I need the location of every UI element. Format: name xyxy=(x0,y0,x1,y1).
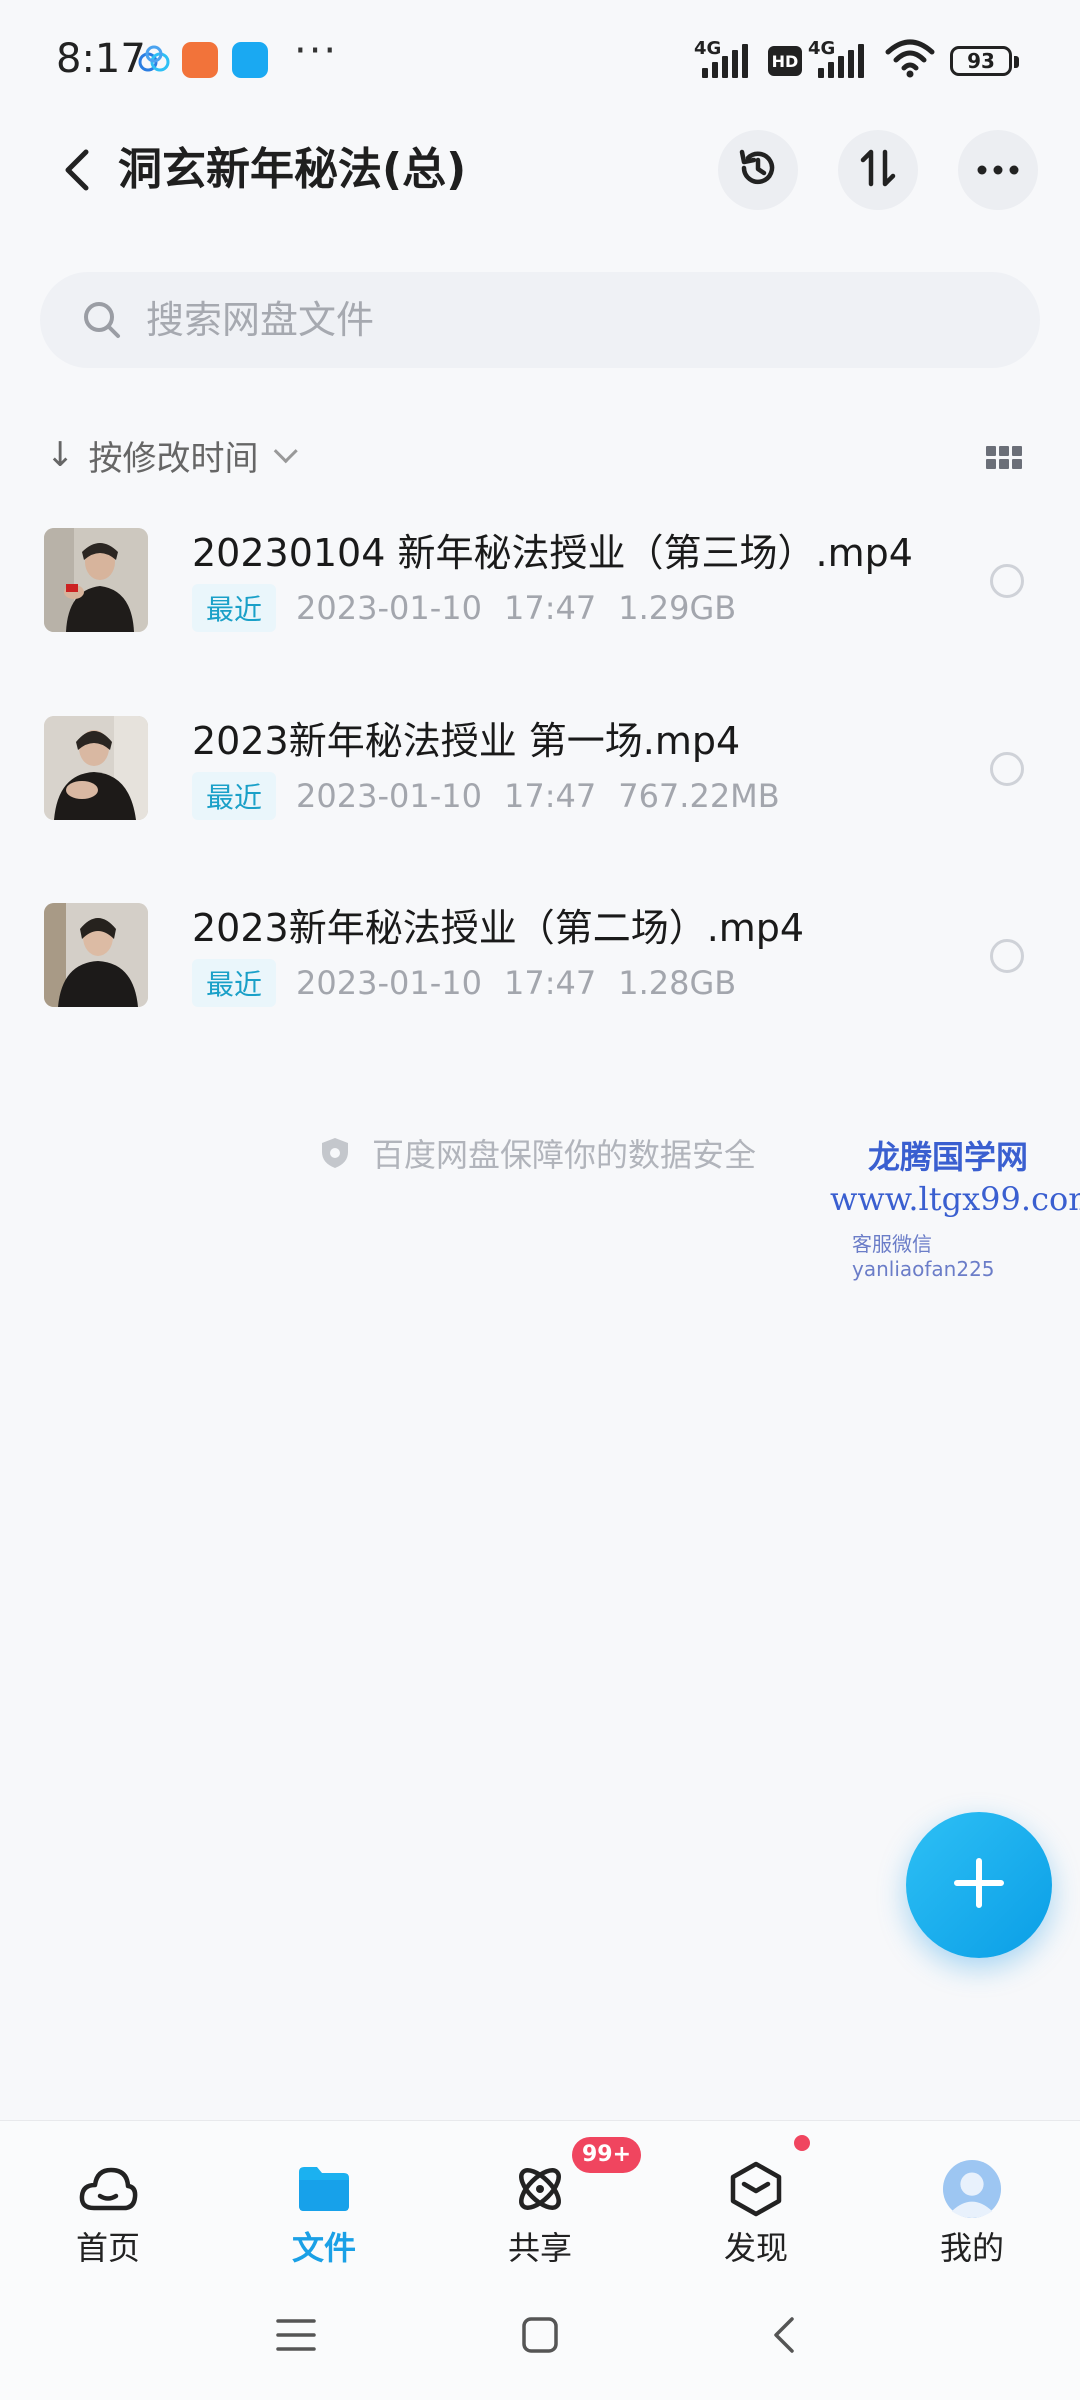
more-notifications-icon: ··· xyxy=(294,28,339,74)
page-title: 洞玄新年秘法(总) xyxy=(118,144,467,195)
back-icon[interactable] xyxy=(48,140,108,200)
add-button[interactable] xyxy=(906,1812,1052,1958)
battery-icon: 93 xyxy=(950,46,1019,76)
nav-files[interactable]: 文件 xyxy=(234,2121,414,2271)
status-bar: 8:17 ··· 4G HD 4G 93 xyxy=(0,0,1080,120)
transfer-icon xyxy=(856,146,900,194)
menu-icon[interactable] xyxy=(256,2300,336,2370)
more-button[interactable] xyxy=(958,130,1038,210)
video-thumbnail xyxy=(44,528,148,632)
hd-voice-icon: HD xyxy=(768,46,802,76)
share-icon xyxy=(510,2159,570,2219)
file-time: 17:47 xyxy=(503,589,597,627)
nav-share[interactable]: 99+ 共享 xyxy=(450,2121,642,2271)
video-thumbnail xyxy=(44,903,148,1007)
shop-app-icon xyxy=(182,42,218,78)
plus-icon xyxy=(951,1855,1007,1915)
bottom-nav: 首页 文件 99+ 共享 发现 我的 xyxy=(0,2120,1080,2271)
file-size: 1.29GB xyxy=(618,589,737,627)
select-checkbox[interactable] xyxy=(990,564,1024,598)
system-back-icon[interactable] xyxy=(744,2300,824,2370)
nav-me-label: 我的 xyxy=(939,2229,1004,2267)
discover-dot xyxy=(794,2135,810,2151)
search-icon xyxy=(80,298,124,342)
signal-icon-1 xyxy=(702,38,748,78)
watermark-title: 龙腾国学网 xyxy=(868,1138,1029,1176)
file-date: 2023-01-10 xyxy=(296,964,482,1002)
nav-discover[interactable]: 发现 xyxy=(666,2121,846,2271)
shield-icon xyxy=(318,1136,352,1170)
sort-down-arrow-icon: ↓ xyxy=(46,435,75,475)
sort-label: 按修改时间 xyxy=(88,438,259,479)
file-size: 1.28GB xyxy=(618,964,737,1002)
select-checkbox[interactable] xyxy=(990,752,1024,786)
recent-tag: 最近 xyxy=(192,772,277,820)
recent-tag: 最近 xyxy=(192,959,277,1007)
chevron-down-icon xyxy=(273,438,298,463)
nav-me[interactable]: 我的 xyxy=(882,2121,1062,2271)
file-meta: 最近 2023-01-10 17:47 1.29GB xyxy=(192,584,736,632)
status-time: 8:17 xyxy=(56,36,146,82)
nav-discover-label: 发现 xyxy=(723,2229,788,2267)
avatar-icon xyxy=(942,2159,1002,2219)
file-time: 17:47 xyxy=(503,964,597,1002)
cloud-app-icon xyxy=(136,42,172,78)
system-nav-bar xyxy=(0,2270,1080,2400)
nav-share-label: 共享 xyxy=(507,2229,572,2267)
video-thumbnail xyxy=(44,716,148,820)
recent-tag: 最近 xyxy=(192,584,277,632)
history-icon xyxy=(734,144,782,196)
transfer-button[interactable] xyxy=(838,130,918,210)
watermark-contact: 客服微信 yanliaofan225 xyxy=(852,1232,995,1281)
nav-home-label: 首页 xyxy=(75,2229,140,2267)
file-name: 20230104 新年秘法授业（第三场）.mp4 xyxy=(192,531,913,575)
file-meta: 最近 2023-01-10 17:47 1.28GB xyxy=(192,959,736,1007)
home-square-icon[interactable] xyxy=(500,2300,580,2370)
search-input[interactable] xyxy=(144,297,948,343)
wifi-icon xyxy=(884,38,936,78)
history-button[interactable] xyxy=(718,130,798,210)
nav-home[interactable]: 首页 xyxy=(18,2121,198,2271)
file-row[interactable]: 2023新年秘法授业 第一场.mp4 最近 2023-01-10 17:47 7… xyxy=(0,684,1080,834)
nav-files-label: 文件 xyxy=(291,2229,356,2267)
file-time: 17:47 xyxy=(503,777,597,815)
file-date: 2023-01-10 xyxy=(296,777,482,815)
security-note: 百度网盘保障你的数据安全 xyxy=(318,1130,756,1176)
file-date: 2023-01-10 xyxy=(296,589,482,627)
file-row[interactable]: 2023新年秘法授业（第二场）.mp4 最近 2023-01-10 17:47 … xyxy=(0,871,1080,1021)
folder-icon xyxy=(294,2159,354,2219)
watermark-url: www.ltgx99.com xyxy=(830,1180,1080,1218)
select-checkbox[interactable] xyxy=(990,939,1024,973)
file-meta: 最近 2023-01-10 17:47 767.22MB xyxy=(192,772,780,820)
grid-view-icon[interactable] xyxy=(986,446,1022,470)
search-bar[interactable] xyxy=(40,272,1040,368)
file-size: 767.22MB xyxy=(618,777,780,815)
sort-dropdown[interactable]: ↓ 按修改时间 xyxy=(46,430,298,480)
file-name: 2023新年秘法授业 第一场.mp4 xyxy=(192,719,741,763)
cloud-icon xyxy=(78,2159,138,2219)
discover-icon xyxy=(726,2159,786,2219)
file-row[interactable]: 20230104 新年秘法授业（第三场）.mp4 最近 2023-01-10 1… xyxy=(0,496,1080,646)
more-icon xyxy=(976,161,1020,180)
security-note-text: 百度网盘保障你的数据安全 xyxy=(372,1136,757,1174)
signal-icon-2 xyxy=(818,38,864,78)
share-badge: 99+ xyxy=(572,2137,642,2173)
chat-app-icon xyxy=(232,42,268,78)
file-name: 2023新年秘法授业（第二场）.mp4 xyxy=(192,906,805,950)
